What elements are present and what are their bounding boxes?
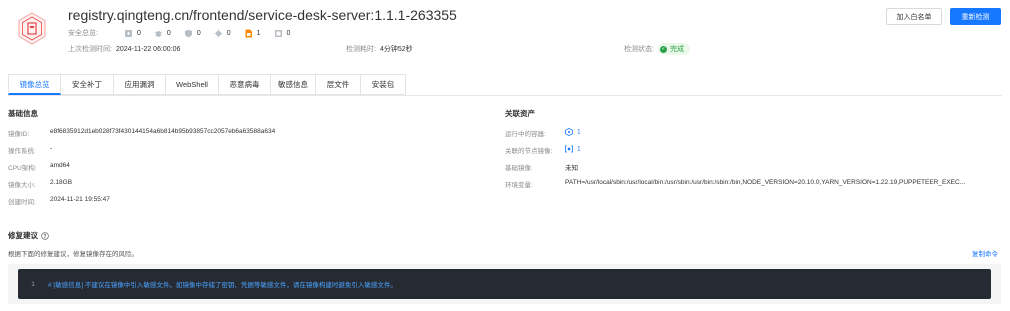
tab-packages[interactable]: 安装包 bbox=[361, 74, 406, 95]
security-overview-label: 安全总览: bbox=[68, 30, 98, 37]
container-icon bbox=[565, 128, 573, 136]
code-area: 1 # [敏感信息] 不建议在镜像中引入敏感文件。如镜像中存储了密钥、凭据等敏感… bbox=[18, 269, 991, 299]
running-containers-label: 运行中的容器: bbox=[505, 131, 546, 138]
status-badge: ✓ 完成 bbox=[657, 43, 690, 55]
tab-divider bbox=[8, 95, 1002, 96]
check-circle-icon: ✓ bbox=[659, 45, 667, 53]
tab-webshell[interactable]: WebShell bbox=[166, 74, 219, 95]
base-image: 基础镜像: 未知 bbox=[505, 162, 578, 172]
info-row-cpu: CPU架构: amd64 bbox=[8, 162, 70, 172]
node-images-link[interactable]: 1 bbox=[565, 145, 581, 155]
code-block: 1 # [敏感信息] 不建议在镜像中引入敏感文件。如镜像中存储了密钥、凭据等敏感… bbox=[8, 264, 1001, 304]
repair-advice-title: 修复建议 bbox=[8, 231, 38, 240]
security-overview: 安全总览: 0 0 0 0 1 0 bbox=[68, 28, 303, 38]
stat-webshell-count: 0 bbox=[196, 29, 201, 37]
size-label: 镜像大小: bbox=[8, 182, 36, 189]
check-status: 检测状态: ✓ 完成 bbox=[624, 43, 690, 55]
tab-security-patch[interactable]: 安全补丁 bbox=[61, 74, 114, 95]
add-whitelist-button[interactable]: 加入白名单 bbox=[886, 8, 942, 25]
patch-icon bbox=[125, 29, 132, 37]
os-label: 操作系统: bbox=[8, 148, 36, 155]
stat-patch[interactable]: 0 bbox=[124, 29, 141, 38]
svg-text:?: ? bbox=[44, 233, 47, 239]
stat-webshell[interactable]: 0 bbox=[184, 29, 201, 38]
stat-virus-count: 0 bbox=[226, 29, 231, 37]
help-icon[interactable]: ? bbox=[41, 231, 49, 240]
last-check-value: 2024-11-22 06:00:06 bbox=[115, 45, 181, 53]
image-id-value: e8f6835912d1eb028f73f430144154a6b814b95b… bbox=[50, 128, 276, 135]
duration-label: 检测耗时: bbox=[346, 46, 376, 53]
running-containers-count: 1 bbox=[577, 128, 581, 136]
stat-package-count: 0 bbox=[286, 29, 291, 37]
size-value: 2.18GB bbox=[50, 179, 73, 186]
stat-sensitive[interactable]: 1 bbox=[244, 29, 261, 38]
check-duration: 检测耗时: 4分钟52秒 bbox=[346, 44, 413, 54]
shield-icon bbox=[184, 29, 192, 37]
env-vars-label: 环境变量: bbox=[505, 182, 533, 189]
running-containers-link[interactable]: 1 bbox=[565, 128, 581, 138]
cpu-label: CPU架构: bbox=[8, 165, 37, 172]
bug-icon bbox=[154, 30, 163, 37]
copy-command-link[interactable]: 复制命令 bbox=[972, 248, 998, 258]
base-image-value: 未知 bbox=[565, 165, 578, 172]
status-value: 完成 bbox=[669, 46, 684, 53]
basic-info-title: 基础信息 bbox=[8, 109, 38, 118]
tab-image-overview[interactable]: 镜像总览 bbox=[8, 74, 61, 95]
tab-bar: 镜像总览 安全补丁 应用漏洞 WebShell 恶意病毒 敏感信息 层文件 安装… bbox=[8, 74, 406, 95]
stat-sensitive-count: 1 bbox=[256, 29, 261, 37]
image-logo-icon bbox=[17, 12, 47, 45]
duration-value: 4分钟52秒 bbox=[379, 46, 413, 53]
stat-patch-count: 0 bbox=[137, 29, 141, 37]
last-check: 上次检测时间: 2024-11-22 06:00:06 bbox=[68, 44, 180, 54]
env-vars: 环境变量: PATH=/usr/local/sbin:/usr/local/bi… bbox=[505, 179, 965, 189]
base-image-label: 基础镜像: bbox=[505, 165, 533, 172]
node-images: 关联的节点镜像: 1 bbox=[505, 145, 581, 155]
info-row-created: 创建时间: 2024-11-21 19:55:47 bbox=[8, 196, 110, 206]
os-value: - bbox=[50, 145, 53, 152]
stat-vuln[interactable]: 0 bbox=[154, 29, 171, 38]
repair-advice-heading: 修复建议 ? bbox=[8, 230, 49, 241]
code-line-number: 1 bbox=[31, 280, 35, 288]
created-label: 创建时间: bbox=[8, 199, 36, 206]
last-check-label: 上次检测时间: bbox=[68, 46, 112, 53]
info-row-os: 操作系统: - bbox=[8, 145, 52, 155]
info-row-size: 镜像大小: 2.18GB bbox=[8, 179, 72, 189]
code-line-text: # [敏感信息] 不建议在镜像中引入敏感文件。如镜像中存储了密钥、凭据等敏感文件… bbox=[48, 282, 397, 289]
virus-icon bbox=[214, 29, 223, 37]
node-images-count: 1 bbox=[577, 145, 581, 153]
env-vars-value: PATH=/usr/local/sbin:/usr/local/bin:/usr… bbox=[565, 179, 966, 186]
sensitive-file-icon bbox=[245, 29, 252, 37]
tab-sensitive-info[interactable]: 敏感信息 bbox=[271, 74, 316, 95]
cpu-value: amd64 bbox=[50, 162, 70, 169]
node-images-label: 关联的节点镜像: bbox=[505, 148, 553, 155]
recheck-button[interactable]: 重新检测 bbox=[950, 8, 1001, 25]
tab-malware[interactable]: 恶意病毒 bbox=[219, 74, 271, 95]
stat-package[interactable]: 0 bbox=[274, 29, 291, 38]
tab-layer-files[interactable]: 层文件 bbox=[316, 74, 361, 95]
status-label: 检测状态: bbox=[624, 46, 654, 53]
node-image-icon bbox=[565, 145, 573, 153]
stat-virus[interactable]: 0 bbox=[214, 29, 231, 38]
image-id-label: 镜像ID: bbox=[8, 131, 30, 138]
stat-vuln-count: 0 bbox=[166, 29, 171, 37]
package-icon bbox=[274, 29, 282, 37]
info-row-image-id: 镜像ID: e8f6835912d1eb028f73f430144154a6b8… bbox=[8, 128, 275, 138]
tab-app-vuln[interactable]: 应用漏洞 bbox=[114, 74, 166, 95]
related-assets-title: 关联资产 bbox=[505, 109, 535, 118]
created-value: 2024-11-21 19:55:47 bbox=[50, 196, 110, 203]
running-containers: 运行中的容器: 1 bbox=[505, 128, 581, 138]
image-title: registry.qingteng.cn/frontend/service-de… bbox=[68, 7, 457, 23]
repair-advice-desc: 根据下面的修复建议，修复镜像存在的风险。 bbox=[8, 251, 138, 258]
